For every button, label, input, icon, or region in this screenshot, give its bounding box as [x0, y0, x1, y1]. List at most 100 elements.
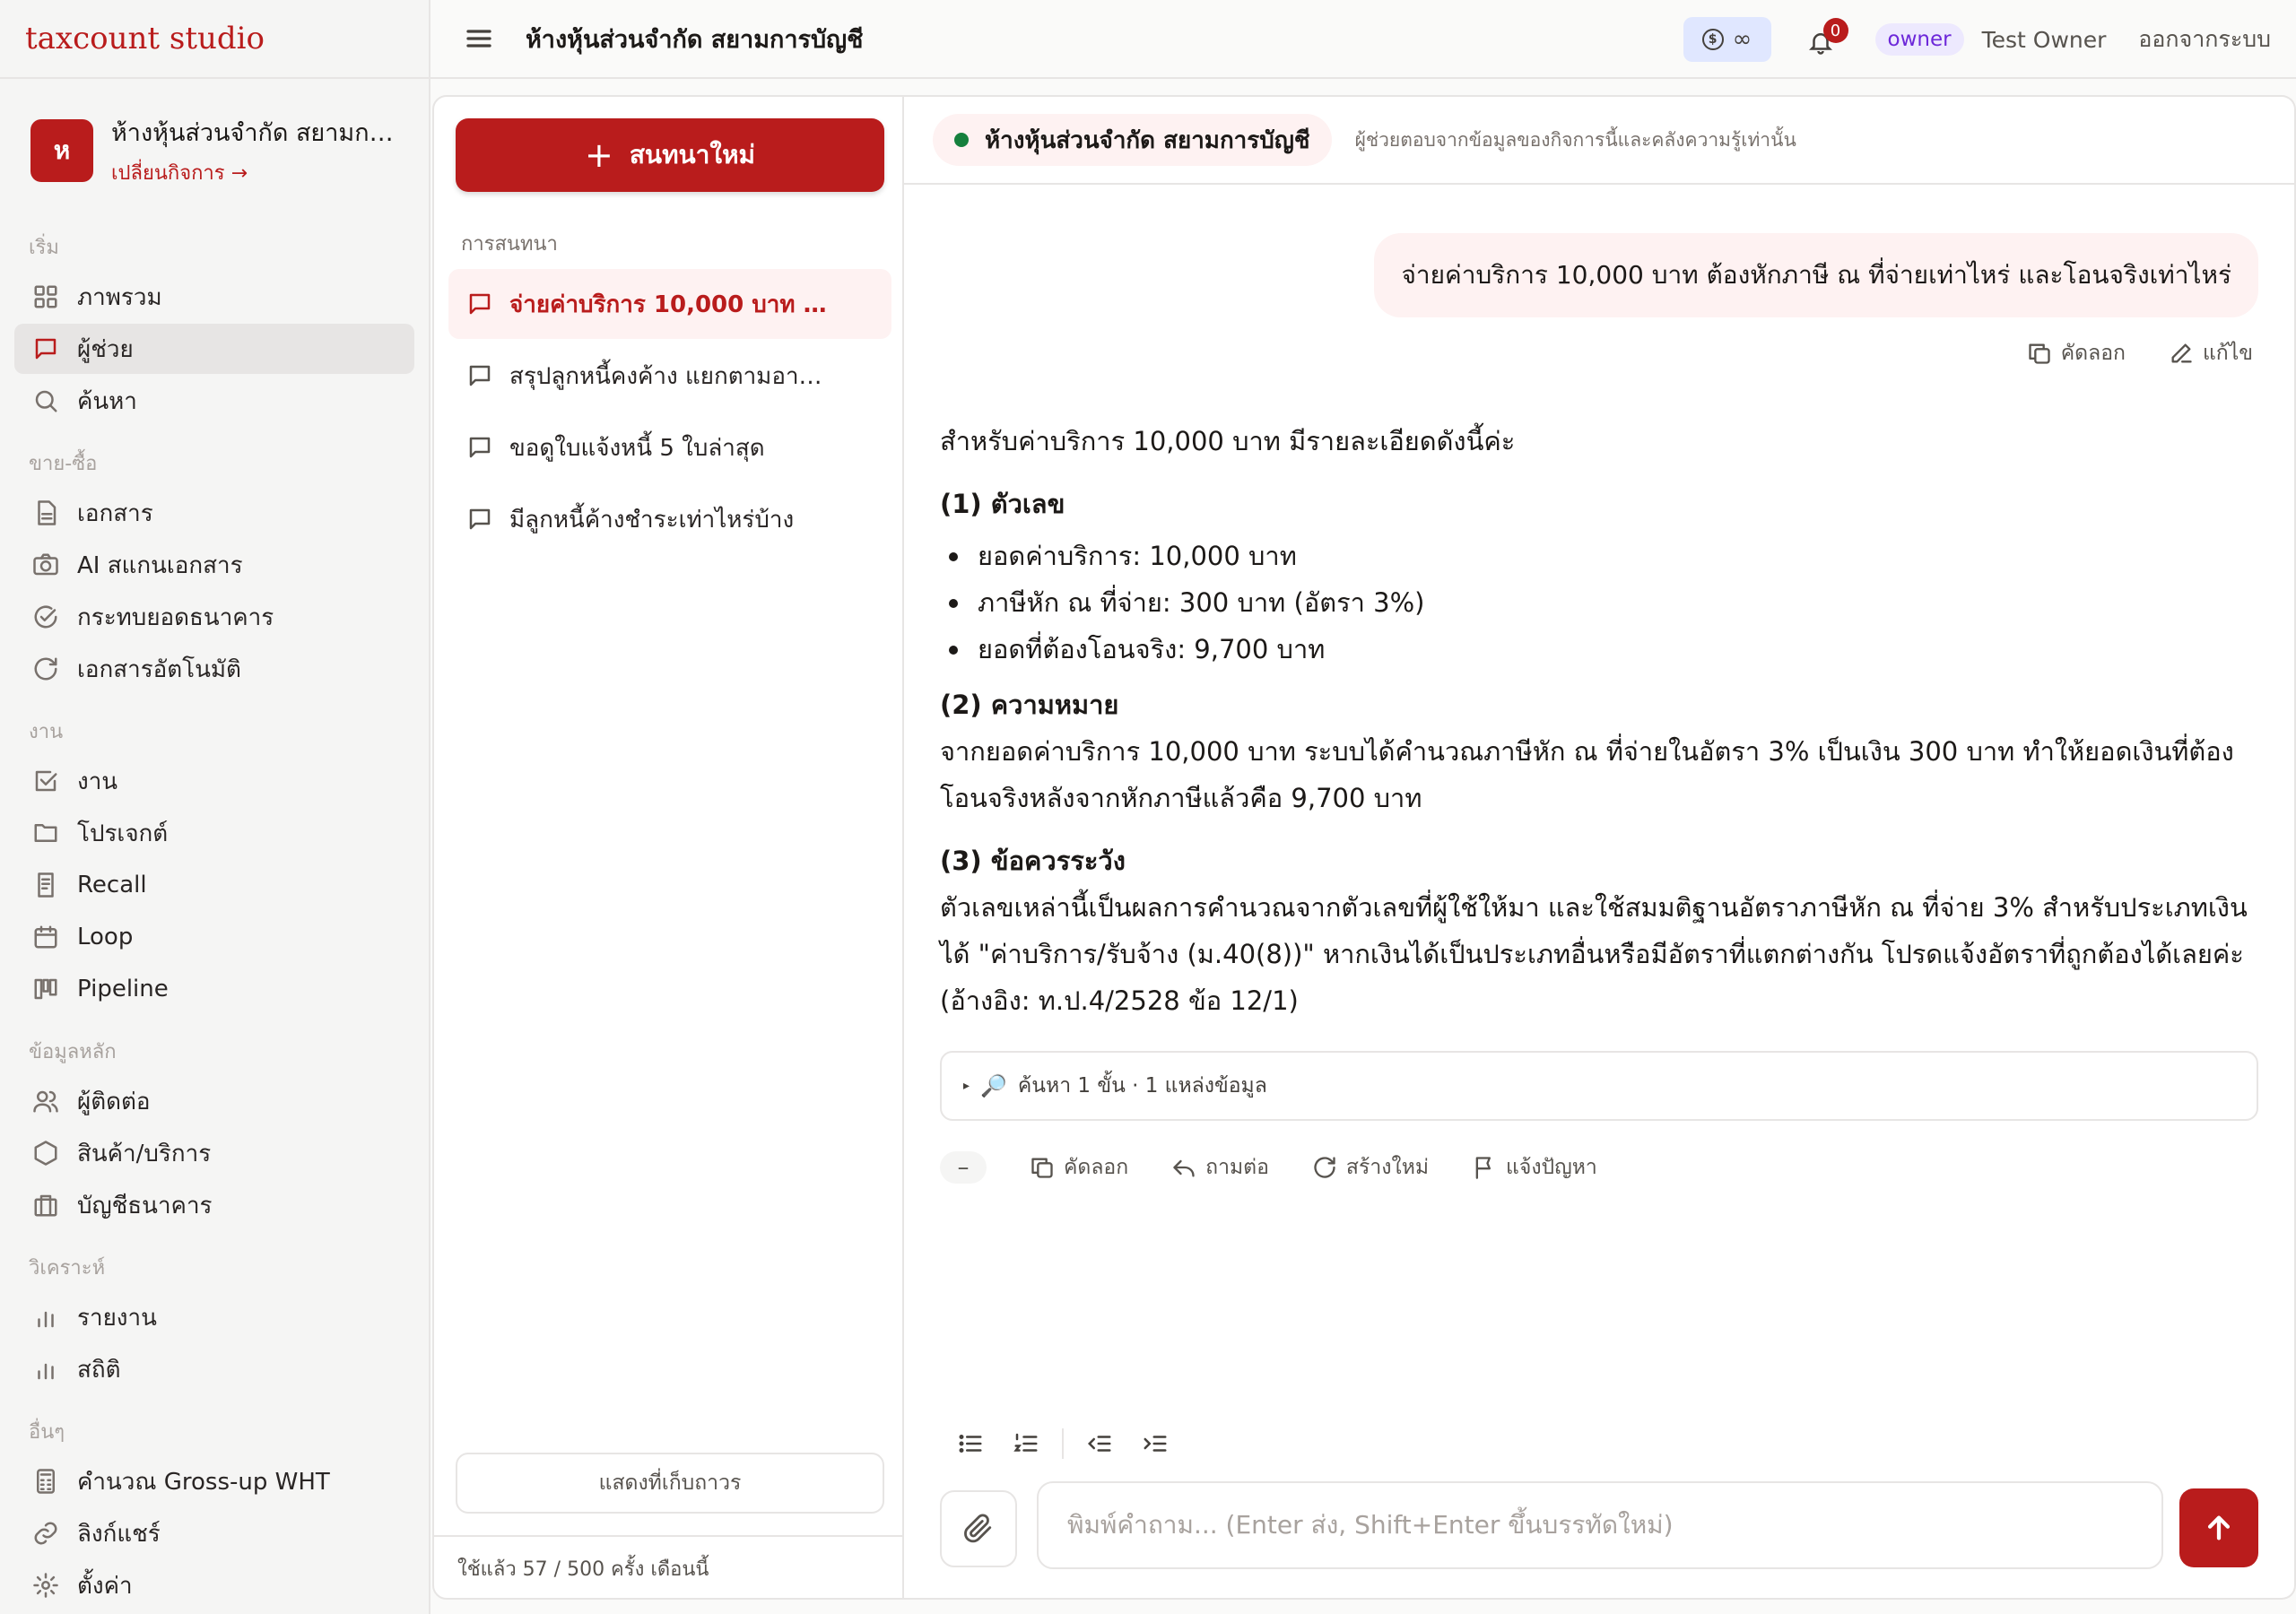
switch-business-link[interactable]: เปลี่ยนกิจการ → — [111, 157, 398, 188]
attach-file-button[interactable] — [940, 1490, 1017, 1567]
sidebar-item-grossup-wht[interactable]: คำนวณ Gross-up WHT — [14, 1456, 414, 1506]
sidebar-item-label: สถิติ — [77, 1356, 121, 1384]
nav-group-sales: ขาย-ซื้อ — [29, 453, 98, 475]
sidebar-item-projects[interactable]: โปรเจกต์ — [14, 808, 414, 858]
grid-icon — [34, 285, 57, 308]
conversation-section-label: การสนทนา — [461, 233, 558, 256]
sidebar-item-tasks[interactable]: งาน — [14, 756, 414, 806]
calculator-icon — [37, 1469, 55, 1494]
sources-disclosure[interactable]: ▸ 🔎 ค้นหา 1 ขั้น · 1 แหล่งข้อมูล — [940, 1051, 2258, 1121]
sidebar-item-ai-scan[interactable]: AI สแกนเอกสาร — [14, 540, 414, 590]
sidebar-item-auto-documents[interactable]: เอกสารอัตโนมัติ — [14, 644, 414, 694]
edit-message-button[interactable]: แก้ไข — [2169, 337, 2253, 369]
sidebar-item-pipeline[interactable]: Pipeline — [14, 964, 414, 1014]
numbered-list-button[interactable] — [1006, 1424, 1046, 1463]
user-name[interactable]: Test Owner — [1982, 27, 2107, 53]
sources-summary: ค้นหา 1 ขั้น · 1 แหล่งข้อมูล — [1017, 1074, 1267, 1098]
chat-icon — [469, 437, 491, 458]
sidebar-item-assistant[interactable]: ผู้ช่วย — [14, 324, 414, 374]
message-input[interactable]: พิมพ์คำถาม... (Enter ส่ง, Shift+Enter ขึ… — [1037, 1481, 2163, 1569]
copy-label: คัดลอก — [1064, 1156, 1129, 1179]
logout-button[interactable]: ออกจากระบบ — [2138, 22, 2271, 57]
copy-label: คัดลอก — [2060, 342, 2126, 365]
show-archive-button[interactable]: แสดงที่เก็บถาวร — [456, 1453, 884, 1514]
link-icon — [34, 1522, 57, 1545]
plus-icon: + — [585, 135, 613, 175]
sidebar-item-overview[interactable]: ภาพรวม — [14, 272, 414, 322]
assistant-message-actions: – คัดลอก ถามต่อ สร้างใหม่ แจ้งปัญหา — [940, 1151, 1597, 1184]
conversation-item[interactable]: ขอดูใบแจ้งหนี้ 5 ใบล่าสุด — [448, 412, 891, 482]
arrow-up-icon — [2207, 1515, 2231, 1540]
report-issue-button[interactable]: แจ้งปัญหา — [1472, 1151, 1597, 1184]
sidebar-item-label: กระทบยอดธนาคาร — [77, 603, 274, 631]
answer-bullet-list: ยอดค่าบริการ: 10,000 บาท ภาษีหัก ณ ที่จ่… — [940, 533, 2258, 672]
sidebar-item-label: โปรเจกต์ — [77, 820, 169, 847]
answer-meaning: จากยอดค่าบริการ 10,000 บาท ระบบได้คำนวณภ… — [940, 736, 2234, 813]
indent-button[interactable] — [1135, 1424, 1175, 1463]
business-switcher[interactable]: ห ห้างหุ้นส่วนจำกัด สยามการบัญชี เปลี่ยน… — [0, 79, 429, 212]
pencil-icon — [2171, 343, 2192, 363]
sidebar-item-label: บัญชีธนาคาร — [77, 1192, 213, 1219]
send-button[interactable] — [2179, 1488, 2258, 1567]
outdent-icon — [1087, 1436, 1111, 1452]
sidebar-item-bank-accounts[interactable]: บัญชีธนาคาร — [14, 1180, 414, 1230]
sidebar-item-statistics[interactable]: สถิติ — [14, 1344, 414, 1394]
credit-balance-button[interactable]: $ ∞ — [1683, 17, 1771, 62]
receipt-icon — [38, 872, 54, 898]
answer-bullet: ยอดที่ต้องโอนจริง: 9,700 บาท — [940, 626, 2258, 672]
nav-group-analytics: วิเคราะห์ — [29, 1257, 106, 1280]
notifications-button[interactable]: 0 — [1807, 18, 1848, 57]
status-dot — [954, 133, 969, 147]
follow-up-button[interactable]: ถามต่อ — [1171, 1151, 1269, 1184]
user-message-actions: คัดลอก แก้ไข — [2027, 337, 2253, 369]
copy-answer-button[interactable]: คัดลอก — [1030, 1151, 1128, 1184]
sidebar-item-share-links[interactable]: ลิงก์แชร์ — [14, 1508, 414, 1558]
sidebar-item-label: ผู้ช่วย — [77, 335, 134, 363]
bullet-list-icon — [959, 1435, 982, 1453]
nav-group-other: อื่นๆ — [29, 1421, 65, 1444]
business-context-name: ห้างหุ้นส่วนจำกัด สยามการบัญชี — [985, 126, 1310, 154]
sidebar-item-contacts[interactable]: ผู้ติดต่อ — [14, 1076, 414, 1126]
menu-button[interactable] — [461, 21, 497, 56]
topbar: ห้างหุ้นส่วนจำกัด สยามการบัญชี $ ∞ 0 own… — [430, 0, 2296, 79]
sidebar-item-label: คำนวณ Gross-up WHT — [77, 1468, 330, 1496]
conversation-title: จ่ายค่าบริการ 10,000 บาท ต้องหักภาษี ณ ท… — [509, 291, 832, 318]
kanban-icon — [34, 978, 57, 1000]
copy-user-message-button[interactable]: คัดลอก — [2027, 337, 2126, 369]
edit-label: แก้ไข — [2202, 342, 2253, 365]
bullet-list-button[interactable] — [951, 1424, 990, 1463]
conversation-item[interactable]: จ่ายค่าบริการ 10,000 บาท ต้องหักภาษี ณ ท… — [448, 269, 891, 339]
sidebar-item-reports[interactable]: รายงาน — [14, 1292, 414, 1342]
role-badge: owner — [1874, 23, 1964, 56]
sidebar-item-products[interactable]: สินค้า/บริการ — [14, 1128, 414, 1178]
answer-heading-numbers: (1) ตัวเลข — [940, 489, 1065, 519]
reply-icon — [1173, 1159, 1195, 1177]
sidebar-item-label: ตั้งค่า — [77, 1572, 133, 1600]
assistant-answer: สำหรับค่าบริการ 10,000 บาท มีรายละเอียดด… — [940, 418, 2258, 1024]
brand-logo[interactable]: taxcount studio — [0, 0, 429, 79]
sidebar-item-settings[interactable]: ตั้งค่า — [14, 1560, 414, 1610]
folder-icon — [34, 824, 57, 842]
new-chat-button[interactable]: + สนทนาใหม่ — [456, 118, 884, 192]
sidebar-item-label: เอกสารอัตโนมัติ — [77, 655, 241, 683]
hamburger-icon — [466, 30, 491, 48]
sidebar-item-bank-reconcile[interactable]: กระทบยอดธนาคาร — [14, 592, 414, 642]
usage-counter: ใช้แล้ว 57 / 500 ครั้ง เดือนนี้ — [434, 1535, 902, 1600]
regenerate-button[interactable]: สร้างใหม่ — [1312, 1151, 1429, 1184]
toolbar-divider — [1062, 1428, 1064, 1459]
sidebar-item-search[interactable]: ค้นหา — [14, 376, 414, 426]
answer-caution: ตัวเลขเหล่านี้เป็นผลการคำนวณจากตัวเลขที่… — [940, 892, 2248, 1016]
conversation-item[interactable]: มีลูกหนี้ค้างชำระเท่าไหร่บ้าง — [448, 484, 891, 554]
outdent-button[interactable] — [1080, 1424, 1119, 1463]
collapse-button[interactable]: – — [940, 1151, 987, 1184]
answer-heading-caution: (3) ข้อควรระวัง — [940, 846, 1126, 876]
notification-count-badge: 0 — [1822, 18, 1848, 43]
sidebar-item-documents[interactable]: เอกสาร — [14, 488, 414, 538]
camera-icon — [33, 553, 58, 576]
sidebar-item-label: ภาพรวม — [77, 283, 162, 311]
conversation-item[interactable]: สรุปลูกหนี้คงค้าง แยกตามอายุหนี้ — [448, 341, 891, 411]
refresh-icon — [1314, 1157, 1335, 1178]
sidebar-item-loop[interactable]: Loop — [14, 912, 414, 962]
coin-icon: $ — [1701, 29, 1724, 50]
sidebar-item-recall[interactable]: Recall — [14, 860, 414, 910]
